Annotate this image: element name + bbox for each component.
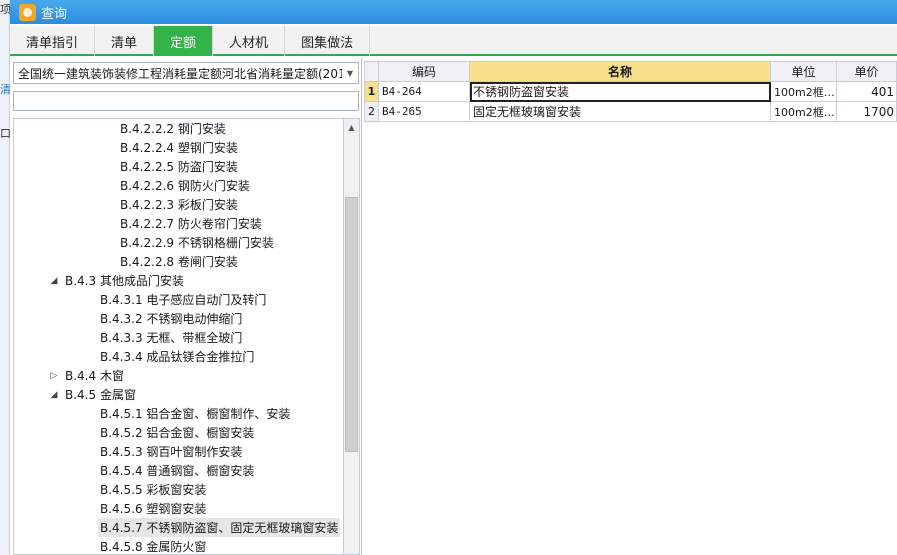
chevron-down-icon[interactable]: ▼ <box>342 63 358 83</box>
tree-item[interactable]: B.4.5.2 铝合金窗、橱窗安装 <box>14 423 343 442</box>
tree-item[interactable]: B.4.5.8 金属防火窗 <box>14 537 343 554</box>
tree-item[interactable]: B.4.2.2.4 塑钢门安装 <box>14 138 343 157</box>
tree-item[interactable]: B.4.5.1 铝合金窗、橱窗制作、安装 <box>14 404 343 423</box>
search-input[interactable] <box>13 91 359 111</box>
title-bar[interactable]: 查询 <box>10 0 897 24</box>
table-row[interactable]: 1 B4-264 不锈钢防盗窗安装 100m2框… 401 <box>364 81 897 102</box>
row-number: 1 <box>364 81 379 102</box>
tree-item[interactable]: B.4.2.2.5 防盗门安装 <box>14 157 343 176</box>
edge-char: 项 <box>0 4 10 16</box>
edge-char: 清 <box>0 84 10 96</box>
tree-item-label: B.4.4 木窗 <box>65 369 124 383</box>
column-header-unit[interactable]: 单位 <box>770 61 837 82</box>
tree-item[interactable]: B.4.3.1 电子感应自动门及转门 <box>14 290 343 309</box>
quota-grid-pane: 编码 名称 单位 单价 1 B4-264 不锈钢防盗窗安装 100m2框… 40… <box>363 58 897 555</box>
cell-code[interactable]: B4-265 <box>378 101 470 122</box>
background-window-edge: 项 清 口 <box>0 0 10 555</box>
tree-item-label: B.4.2.2.6 钢防火门安装 <box>120 179 250 193</box>
tree-item-label: B.4.3.1 电子感应自动门及转门 <box>100 293 267 307</box>
tree-item-label: B.4.5.6 塑钢窗安装 <box>100 502 207 516</box>
cell-unit[interactable]: 100m2框… <box>770 101 837 122</box>
tree-item[interactable]: B.4.2.2.7 防火卷帘门安装 <box>14 214 343 233</box>
cell-code[interactable]: B4-264 <box>378 81 470 102</box>
tree-item[interactable]: B.4.5.4 普通钢窗、橱窗安装 <box>14 461 343 480</box>
tree-item-label: B.4.2.2.7 防火卷帘门安装 <box>120 217 262 231</box>
column-header-price[interactable]: 单价 <box>836 61 897 82</box>
table-row[interactable]: 2 B4-265 固定无框玻璃窗安装 100m2框… 1700 <box>364 101 897 122</box>
tree-item[interactable]: B.4.3.2 不锈钢电动伸缩门 <box>14 309 343 328</box>
tree-item[interactable]: B.4.5.7 不锈钢防盗窗、固定无框玻璃窗安装 <box>14 518 343 537</box>
scrollbar-thumb[interactable] <box>345 197 358 452</box>
tree-item-label: B.4.3 其他成品门安装 <box>65 274 184 288</box>
tab-bill[interactable]: 清单 <box>95 26 155 56</box>
tree-item-label: B.4.5.5 彩板窗安装 <box>100 483 207 497</box>
row-number: 2 <box>364 101 379 122</box>
column-header-name[interactable]: 名称 <box>469 61 771 82</box>
tree-item-label: B.4.2.2.3 彩板门安装 <box>120 198 238 212</box>
tree-item-label: B.4.5.7 不锈钢防盗窗、固定无框玻璃窗安装 <box>98 518 341 537</box>
quota-grid: 编码 名称 单位 单价 1 B4-264 不锈钢防盗窗安装 100m2框… 40… <box>364 61 897 122</box>
left-pane: 全国统一建筑装饰装修工程消耗量定额河北省消耗量定额(201 ▼ B.4.2.2.… <box>10 58 362 555</box>
tree-item[interactable]: ◢ B.4.5 金属窗 <box>14 385 343 404</box>
tree-item[interactable]: B.4.2.2.9 不锈钢格栅门安装 <box>14 233 343 252</box>
tree-item[interactable]: ◢ B.4.3 其他成品门安装 <box>14 271 343 290</box>
tab-bar: 清单指引 清单 定额 人材机 图集做法 <box>10 26 897 56</box>
tree-item[interactable]: B.4.2.2.2 钢门安装 <box>14 119 343 138</box>
edge-char: 口 <box>0 128 10 140</box>
cell-price[interactable]: 1700 <box>836 101 897 122</box>
tree-item-label: B.4.2.2.2 钢门安装 <box>120 122 226 136</box>
tree-item-label: B.4.2.2.5 防盗门安装 <box>120 160 238 174</box>
library-select-value: 全国统一建筑装饰装修工程消耗量定额河北省消耗量定额(201 <box>18 66 342 81</box>
tree-item[interactable]: B.4.3.4 成品钛镁合金推拉门 <box>14 347 343 366</box>
app-icon <box>19 3 36 21</box>
tab-atlas-methods[interactable]: 图集做法 <box>285 26 371 56</box>
corner-cell <box>364 61 379 82</box>
tree-item-label: B.4.5.4 普通钢窗、橱窗安装 <box>100 464 255 478</box>
expand-arrow-icon[interactable]: ▷ <box>48 371 60 381</box>
tree-item[interactable]: B.4.5.5 彩板窗安装 <box>14 480 343 499</box>
tree-item-label: B.4.5.2 铝合金窗、橱窗安装 <box>100 426 255 440</box>
collapse-arrow-icon[interactable]: ◢ <box>48 390 60 400</box>
tree-item-label: B.4.3.4 成品钛镁合金推拉门 <box>100 350 255 364</box>
tree-item-label: B.4.2.2.9 不锈钢格栅门安装 <box>120 236 274 250</box>
chapter-tree: B.4.2.2.2 钢门安装 B.4.2.2.4 塑钢门安装 B.4.2.2.5 防… <box>13 118 343 555</box>
tree-item[interactable]: B.4.2.2.6 钢防火门安装 <box>14 176 343 195</box>
tree-item-label: B.4.2.2.8 卷闸门安装 <box>120 255 238 269</box>
tree-item-label: B.4.3.2 不锈钢电动伸缩门 <box>100 312 243 326</box>
tree-item[interactable]: B.4.2.2.3 彩板门安装 <box>14 195 343 214</box>
cell-price[interactable]: 401 <box>836 81 897 102</box>
window-title: 查询 <box>41 6 68 22</box>
tree-item[interactable]: B.4.3.3 无框、带框全玻门 <box>14 328 343 347</box>
collapse-arrow-icon[interactable]: ◢ <box>48 276 60 286</box>
tree-item-label: B.4.3.3 无框、带框全玻门 <box>100 331 243 345</box>
tree-item-label: B.4.5.1 铝合金窗、橱窗制作、安装 <box>100 407 291 421</box>
tree-item-label: B.4.5.8 金属防火窗 <box>100 540 207 554</box>
tree-item[interactable]: ▷ B.4.4 木窗 <box>14 366 343 385</box>
tab-bill-guide[interactable]: 清单指引 <box>10 26 96 56</box>
library-select[interactable]: 全国统一建筑装饰装修工程消耗量定额河北省消耗量定额(201 ▼ <box>13 62 359 84</box>
tree-item-label: B.4.5.3 钢百叶窗制作安装 <box>100 445 243 459</box>
tree-scrollbar[interactable]: ▲ <box>343 118 360 555</box>
column-header-code[interactable]: 编码 <box>378 61 470 82</box>
tree-item[interactable]: B.4.5.3 钢百叶窗制作安装 <box>14 442 343 461</box>
tree-item[interactable]: B.4.5.6 塑钢窗安装 <box>14 499 343 518</box>
tree-item-label: B.4.5 金属窗 <box>65 388 136 402</box>
cell-unit[interactable]: 100m2框… <box>770 81 837 102</box>
tab-labor-material-machine[interactable]: 人材机 <box>213 26 286 56</box>
tab-quota[interactable]: 定额 <box>154 26 214 56</box>
tree-item[interactable]: B.4.2.2.8 卷闸门安装 <box>14 252 343 271</box>
scroll-up-icon[interactable]: ▲ <box>344 119 359 136</box>
cell-name[interactable]: 不锈钢防盗窗安装 <box>469 81 771 102</box>
cell-name[interactable]: 固定无框玻璃窗安装 <box>469 101 771 122</box>
grid-header-row: 编码 名称 单位 单价 <box>364 61 897 82</box>
tree-item-label: B.4.2.2.4 塑钢门安装 <box>120 141 238 155</box>
